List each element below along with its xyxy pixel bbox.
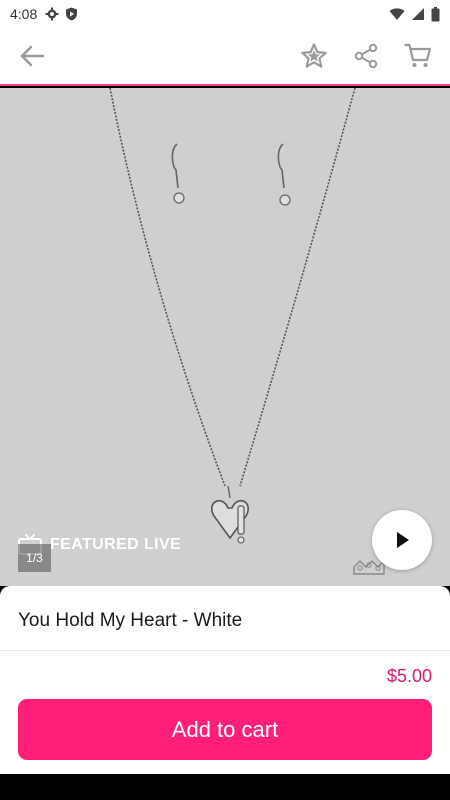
add-to-cart-button[interactable]: Add to cart xyxy=(18,699,432,760)
watermark-crown-icon xyxy=(353,559,385,575)
share-icon xyxy=(354,43,378,69)
shield-play-icon xyxy=(66,7,78,21)
product-price: $5.00 xyxy=(386,666,432,686)
system-navigation-bar xyxy=(0,774,450,800)
app-bar xyxy=(0,28,450,86)
settings-icon xyxy=(45,7,59,21)
play-icon xyxy=(397,532,409,548)
product-title: You Hold My Heart - White xyxy=(18,610,243,631)
back-button[interactable] xyxy=(14,38,50,74)
favorite-button[interactable] xyxy=(296,38,332,74)
product-image xyxy=(109,88,385,575)
image-counter: 1/3 xyxy=(18,544,51,572)
signal-icon xyxy=(412,8,424,20)
battery-icon xyxy=(431,6,440,21)
status-time: 4:08 xyxy=(10,6,38,22)
featured-live-label: FEATURED LIVE xyxy=(50,536,182,553)
divider xyxy=(0,650,450,651)
share-button[interactable] xyxy=(348,38,384,74)
cart-button[interactable] xyxy=(400,38,436,74)
cart-icon xyxy=(404,43,432,67)
play-video-button[interactable] xyxy=(372,510,432,570)
product-image-carousel[interactable]: FEATURED LIVE 1/3 xyxy=(0,88,450,586)
back-arrow-icon xyxy=(20,45,45,67)
status-bar: 4:08 xyxy=(0,0,450,28)
wifi-icon xyxy=(389,8,405,20)
star-icon xyxy=(301,43,327,68)
product-info-sheet: You Hold My Heart - White $5.00 Add to c… xyxy=(0,586,450,774)
